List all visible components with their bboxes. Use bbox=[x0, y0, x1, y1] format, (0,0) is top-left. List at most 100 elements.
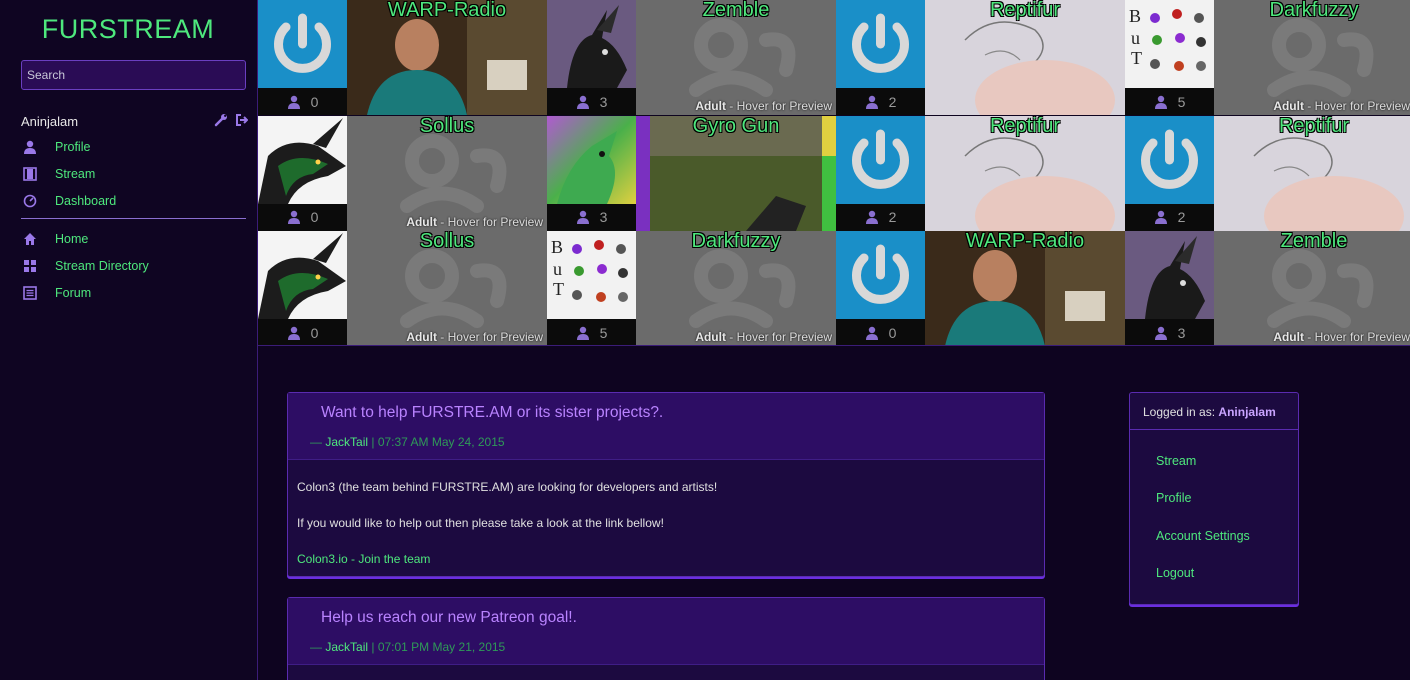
site-logo[interactable]: FURSTREAM bbox=[0, 14, 256, 45]
post-date: | 07:01 PM May 21, 2015 bbox=[368, 640, 506, 654]
stream-avatar[interactable] bbox=[836, 0, 925, 88]
adult-hover-notice: Adult - Hover for Preview bbox=[695, 99, 832, 113]
hover-preview-label: - Hover for Preview bbox=[725, 330, 832, 344]
viewer-count: 3 bbox=[547, 203, 636, 231]
stream-title[interactable]: Zemble bbox=[636, 0, 836, 20]
stream-title[interactable]: Sollus bbox=[347, 116, 547, 136]
nav-profile[interactable]: Profile bbox=[21, 137, 246, 157]
stream-title[interactable]: Darkfuzzy bbox=[636, 231, 836, 251]
stream-tile[interactable]: Bu T 5 Adult - Hover for Preview Darkfuzzy bbox=[1125, 0, 1410, 115]
sign-out-icon[interactable] bbox=[234, 113, 248, 127]
stream-avatar[interactable]: BuT bbox=[1125, 0, 1214, 88]
stream-title[interactable]: WARP-Radio bbox=[925, 231, 1125, 251]
nav-label: Forum bbox=[55, 286, 92, 300]
news-post: Help us reach our new Patreon goal!. — J… bbox=[287, 597, 1045, 680]
post-title[interactable]: Help us reach our new Patreon goal!. bbox=[321, 609, 1044, 627]
stream-avatar[interactable] bbox=[1125, 231, 1214, 319]
account-panel: Logged in as: Aninjalam Stream Profile A… bbox=[1129, 392, 1299, 605]
nav-dashboard[interactable]: Dashboard bbox=[21, 191, 246, 211]
stream-avatar[interactable] bbox=[1125, 115, 1214, 204]
post-author-link[interactable]: JackTail bbox=[325, 435, 368, 449]
post-meta: — JackTail | 07:01 PM May 21, 2015 bbox=[310, 640, 1044, 654]
stream-title[interactable]: Reptifur bbox=[925, 116, 1125, 136]
adult-hover-notice: Adult - Hover for Preview bbox=[406, 215, 543, 229]
stream-title[interactable]: Darkfuzzy bbox=[1214, 0, 1410, 20]
home-icon bbox=[24, 233, 36, 245]
stream-title[interactable]: Reptifur bbox=[925, 0, 1125, 20]
adult-label: Adult bbox=[406, 214, 437, 229]
nav-stream[interactable]: Stream bbox=[21, 164, 246, 184]
wrench-icon[interactable] bbox=[214, 113, 228, 127]
nav-stream-directory[interactable]: Stream Directory bbox=[21, 256, 246, 276]
stream-avatar[interactable] bbox=[547, 115, 636, 204]
viewer-count: 2 bbox=[1125, 203, 1214, 231]
stream-tile[interactable]: 3 Adult - Hover for Preview Zemble bbox=[1125, 231, 1410, 346]
svg-text:B: B bbox=[1129, 6, 1141, 26]
dashboard-icon bbox=[23, 194, 37, 208]
user-icon bbox=[287, 210, 300, 224]
account-link-settings[interactable]: Account Settings bbox=[1156, 529, 1250, 543]
post-body: Colon3 (the team behind FURSTRE.AM) are … bbox=[288, 460, 1044, 566]
viewer-count-value: 2 bbox=[888, 209, 897, 225]
user-icon bbox=[24, 140, 36, 154]
nav-label: Dashboard bbox=[55, 194, 117, 208]
stream-tile[interactable]: 0 WARP-Radio bbox=[258, 0, 547, 115]
post-title[interactable]: Want to help FURSTRE.AM or its sister pr… bbox=[321, 404, 1044, 422]
stream-tile[interactable]: 3 Gyro Gun bbox=[547, 115, 836, 231]
search-input[interactable] bbox=[21, 60, 246, 90]
viewer-count-value: 3 bbox=[599, 93, 608, 110]
stream-avatar[interactable] bbox=[547, 0, 636, 88]
viewer-count: 2 bbox=[836, 88, 925, 115]
stream-avatar[interactable] bbox=[836, 231, 925, 319]
stream-title[interactable]: Reptifur bbox=[1214, 116, 1410, 136]
stream-title[interactable]: Gyro Gun bbox=[636, 116, 836, 136]
nav-forum[interactable]: Forum bbox=[21, 283, 246, 303]
viewer-count-value: 0 bbox=[310, 93, 319, 110]
adult-label: Adult bbox=[695, 330, 726, 344]
stream-tile[interactable]: 2 Reptifur bbox=[1125, 115, 1410, 231]
user-icon bbox=[576, 210, 589, 224]
post-paragraph: Colon3 (the team behind FURSTRE.AM) are … bbox=[297, 480, 718, 494]
hover-preview-label: - Hover for Preview bbox=[725, 99, 832, 113]
account-link-stream[interactable]: Stream bbox=[1156, 454, 1196, 468]
nav-home[interactable]: Home bbox=[21, 229, 246, 249]
sidebar: FURSTREAM Aninjalam Profile Stream Dashb… bbox=[0, 0, 258, 680]
stream-avatar[interactable] bbox=[258, 231, 347, 319]
nav-label: Stream Directory bbox=[55, 259, 149, 273]
stream-tile[interactable]: 2 Reptifur bbox=[836, 0, 1125, 115]
viewer-count-value: 2 bbox=[1177, 209, 1186, 225]
adult-hover-notice: Adult - Hover for Preview bbox=[1273, 330, 1410, 344]
viewer-count: 3 bbox=[547, 88, 636, 115]
svg-text:B: B bbox=[551, 237, 563, 257]
power-icon bbox=[836, 115, 925, 204]
adult-label: Adult bbox=[1273, 99, 1304, 113]
stream-avatar[interactable] bbox=[258, 0, 347, 88]
viewer-count-value: 0 bbox=[310, 209, 319, 225]
stream-tile[interactable]: 0 WARP-Radio bbox=[836, 231, 1125, 346]
account-link-profile[interactable]: Profile bbox=[1156, 491, 1191, 505]
stream-avatar[interactable] bbox=[836, 115, 925, 204]
user-icon bbox=[576, 95, 589, 109]
stream-tile[interactable]: 2 Reptifur bbox=[836, 115, 1125, 231]
post-author-link[interactable]: JackTail bbox=[325, 640, 368, 654]
stream-title[interactable]: Sollus bbox=[347, 231, 547, 251]
adult-label: Adult bbox=[695, 99, 726, 113]
stream-grid: 0 WARP-Radio 3 Adult - Hover for Preview Zem… bbox=[258, 0, 1410, 346]
stream-tile[interactable]: 3 Adult - Hover for Preview Zemble bbox=[547, 0, 836, 115]
stream-tile[interactable]: 0 Adult - Hover for Preview Sollus bbox=[258, 115, 547, 231]
stream-avatar[interactable]: BuT bbox=[547, 231, 636, 319]
svg-text:u: u bbox=[1131, 28, 1140, 48]
join-team-link[interactable]: Colon3.io - Join the team bbox=[297, 552, 430, 566]
account-link-logout[interactable]: Logout bbox=[1156, 566, 1194, 580]
stream-title[interactable]: WARP-Radio bbox=[347, 0, 547, 20]
hover-preview-label: - Hover for Preview bbox=[1303, 330, 1410, 344]
hover-preview-label: - Hover for Preview bbox=[1303, 99, 1410, 113]
stream-tile[interactable]: Bu T 5 Adult - Hover for Preview Darkfuzzy bbox=[547, 231, 836, 346]
nav-label: Profile bbox=[55, 140, 91, 154]
viewer-count-value: 2 bbox=[888, 93, 897, 110]
hover-preview-label: - Hover for Preview bbox=[436, 214, 543, 229]
stream-avatar[interactable] bbox=[258, 115, 347, 204]
stream-tile[interactable]: 0 Adult - Hover for Preview Sollus bbox=[258, 231, 547, 346]
user-row: Aninjalam bbox=[21, 113, 248, 129]
stream-title[interactable]: Zemble bbox=[1214, 231, 1410, 251]
